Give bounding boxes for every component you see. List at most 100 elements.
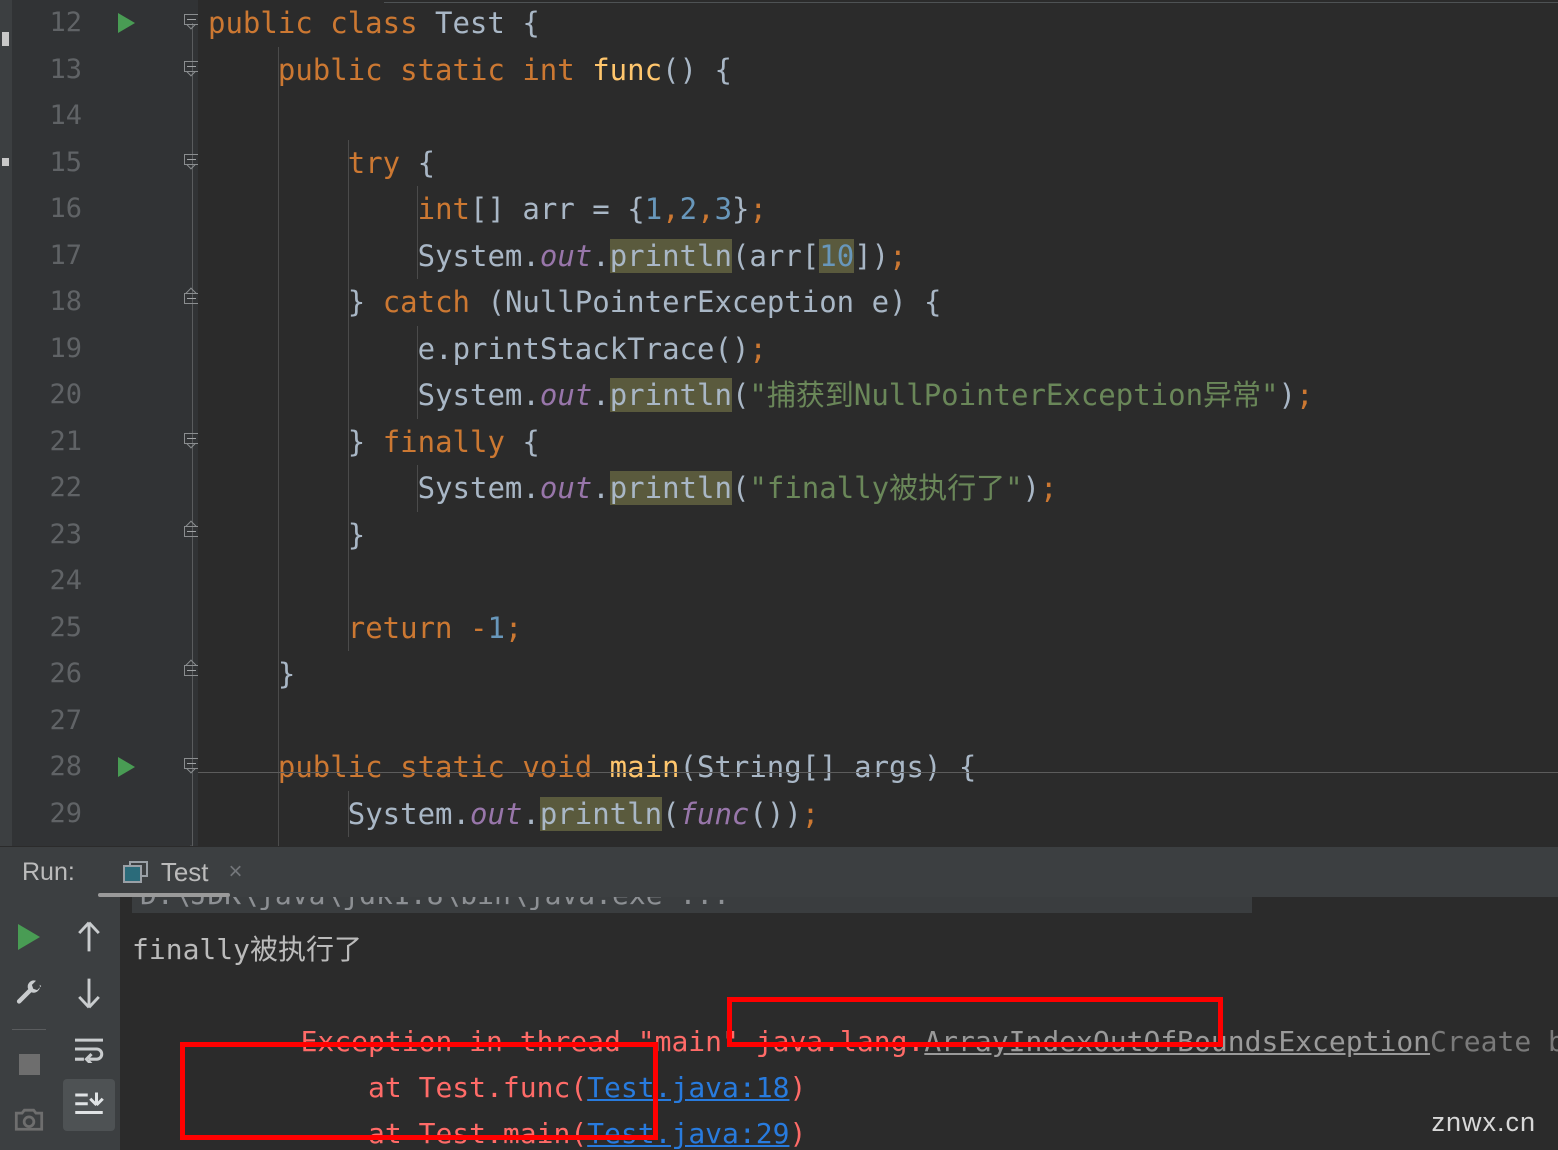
gutter-line: 26 <box>12 651 198 698</box>
marker-stripe <box>2 158 9 166</box>
close-icon[interactable]: × <box>229 858 243 886</box>
soft-wrap-icon <box>75 1038 104 1063</box>
code-line[interactable]: } finally { <box>198 419 1558 466</box>
gutter-line: 27 <box>12 698 198 745</box>
gutter-line: 14 <box>12 93 198 140</box>
line-number: 17 <box>49 239 82 271</box>
line-number: 15 <box>49 146 82 178</box>
arrow-up-icon <box>78 921 100 952</box>
gutter-line: 20 <box>12 372 198 419</box>
gutter-line: 12 <box>12 0 198 47</box>
exception-prefix: Exception in thread "main" java.lang. <box>300 1025 925 1058</box>
code-line[interactable]: } <box>198 512 1558 559</box>
line-number: 12 <box>49 7 82 38</box>
code-line[interactable]: public static int func() { <box>198 47 1558 94</box>
ide-window: 12 13 14 15 16 17 18 19 20 21 22 23 24 25 26 27 28 29 30 p… <box>0 0 1558 1150</box>
code-editor[interactable]: 12 13 14 15 16 17 18 19 20 21 22 23 24 25 26 27 28 29 30 p… <box>0 0 1558 846</box>
soft-wrap-button[interactable] <box>63 1023 115 1075</box>
scroll-to-end-button[interactable] <box>63 1079 115 1131</box>
line-number: 22 <box>49 472 82 503</box>
gutter-line: 25 <box>12 605 198 652</box>
run-tab-test[interactable]: Test × <box>115 855 251 890</box>
rerun-button[interactable] <box>3 911 55 963</box>
stack-frame-method: Test.main( <box>418 1117 588 1150</box>
watermark: znwx.cn <box>1431 1107 1536 1137</box>
line-number: 27 <box>49 704 82 736</box>
code-line[interactable]: return -1; <box>198 605 1558 652</box>
console-exception-line: Exception in thread "main" java.lang.Arr… <box>132 973 1558 1058</box>
line-number: 21 <box>49 425 82 457</box>
create-breakpoint-label[interactable]: Create breakpoint <box>1430 1025 1558 1058</box>
toolbar-divider <box>12 1029 46 1030</box>
jdk-path-text: D:\JDK\java\jdk1.8\bin\java.exe ... <box>140 897 730 913</box>
code-line[interactable] <box>198 93 1558 140</box>
code-text-area[interactable]: public class Test { public static int fu… <box>198 0 1558 846</box>
run-label: Run: <box>22 857 75 886</box>
code-line[interactable]: e.printStackTrace(); <box>198 326 1558 373</box>
code-line[interactable]: System.out.println("捕获到NullPointerExcept… <box>198 372 1558 419</box>
code-line[interactable]: System.out.println(func()); <box>198 791 1558 838</box>
play-icon <box>18 924 40 950</box>
prev-occurrence-button[interactable] <box>63 911 115 963</box>
console-output[interactable]: D:\JDK\java\jdk1.8\bin\java.exe ... fina… <box>120 897 1558 1150</box>
line-number: 19 <box>49 332 82 364</box>
indent-guide <box>417 186 419 279</box>
code-line[interactable]: } <box>198 837 1558 846</box>
wrench-icon <box>16 980 42 1004</box>
line-number: 23 <box>49 518 82 550</box>
line-number: 16 <box>49 193 82 224</box>
gutter-line: 21 <box>12 419 198 466</box>
gutter-line: 15 <box>12 140 198 187</box>
indent-guide <box>417 465 419 512</box>
gutter-line: 13 <box>12 47 198 94</box>
scroll-to-end-icon <box>75 1092 104 1114</box>
code-line[interactable]: public static void main(String[] args) { <box>198 744 1558 791</box>
gutter-line: 17 <box>12 233 198 280</box>
stack-frame-link[interactable]: Test.java:18 <box>587 1071 789 1104</box>
code-line[interactable]: public class Test { <box>198 0 1558 47</box>
gutter-line: 19 <box>12 326 198 373</box>
line-number: 30 <box>49 837 82 846</box>
stop-square-icon <box>18 1053 40 1075</box>
code-line[interactable]: System.out.println(arr[10]); <box>198 233 1558 280</box>
line-number: 29 <box>49 797 82 829</box>
edit-config-button[interactable] <box>3 967 55 1019</box>
run-configuration-icon <box>122 860 149 884</box>
code-line[interactable]: try { <box>198 140 1558 187</box>
indent-guide <box>347 139 349 651</box>
gutter-line: 29 <box>12 791 198 838</box>
console-stdout-line: finally被执行了 <box>132 933 363 966</box>
editor-gutter[interactable]: 12 13 14 15 16 17 18 19 20 21 22 23 24 25 26 27 28 29 30 <box>12 0 199 846</box>
indent-guide <box>417 325 419 419</box>
gutter-run-icon[interactable] <box>118 13 135 33</box>
marker-stripe <box>2 32 9 46</box>
gutter-line: 30 <box>12 837 198 846</box>
stack-frame-link[interactable]: Test.java:29 <box>587 1117 789 1150</box>
indent-guide <box>347 790 349 837</box>
indent-guide <box>277 46 279 846</box>
line-number: 28 <box>49 751 82 782</box>
arrow-down-icon <box>78 978 100 1009</box>
gutter-line: 23 <box>12 512 198 559</box>
exception-class-link[interactable]: ArrayIndexOutOfBoundsException <box>924 1025 1430 1058</box>
line-number: 26 <box>49 658 82 689</box>
gutter-line: 22 <box>12 465 198 512</box>
editor-left-marker-strip[interactable] <box>0 0 12 846</box>
code-line[interactable] <box>198 698 1558 745</box>
next-occurrence-button[interactable] <box>63 967 115 1019</box>
code-line[interactable]: System.out.println("finally被执行了"); <box>198 465 1558 512</box>
gutter-line: 28 <box>12 744 198 791</box>
code-line[interactable] <box>198 558 1558 605</box>
code-line[interactable]: int[] arr = {1,2,3}; <box>198 186 1558 233</box>
line-number: 14 <box>49 100 82 131</box>
screenshot-button[interactable] <box>3 1094 55 1146</box>
line-number: 25 <box>49 611 82 643</box>
stack-frame-close: ) <box>789 1117 807 1150</box>
stop-button[interactable] <box>3 1038 55 1090</box>
code-line[interactable]: } <box>198 651 1558 698</box>
code-line[interactable]: } catch (NullPointerException e) { <box>198 279 1558 326</box>
method-separator <box>198 771 1558 773</box>
gutter-run-icon[interactable] <box>118 757 135 777</box>
gutter-line: 18 <box>12 279 198 326</box>
run-console-body: D:\JDK\java\jdk1.8\bin\java.exe ... fina… <box>0 897 1558 1150</box>
